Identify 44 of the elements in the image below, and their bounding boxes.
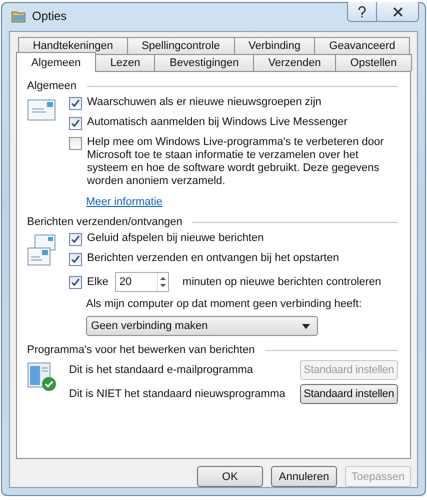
dialog-button[interactable]: Annuleren xyxy=(271,466,337,487)
offline-label: Als mijn computer op dat moment geen verbinding heeft: xyxy=(86,298,363,310)
checkbox[interactable] xyxy=(69,276,82,289)
checkbox-label: Automatisch aanmelden bij Windows Live Messenger xyxy=(87,116,348,129)
tab[interactable]: Opstellen xyxy=(335,54,412,71)
minutes-label: minuten op nieuwe berichten controleren xyxy=(182,276,382,288)
checkbox[interactable] xyxy=(69,253,82,266)
dialog-button[interactable]: OK xyxy=(197,466,263,487)
tab[interactable]: Bevestigingen xyxy=(154,54,254,71)
envelope-icon xyxy=(27,98,57,122)
program-status: Dit is het standaard e-mailprogramma xyxy=(69,364,254,376)
checkbox-label: Waarschuwen als er nieuwe nieuwsgroepen zijn xyxy=(87,96,322,109)
program-check-icon xyxy=(27,362,57,392)
tab[interactable]: Spellingcontrole xyxy=(126,37,235,54)
checkbox[interactable] xyxy=(69,137,82,150)
section-title: Berichten verzenden/ontvangen xyxy=(27,216,182,228)
tab[interactable]: Algemeen xyxy=(16,52,96,72)
checkbox-label: Berichten verzenden en ontvangen bij het opstarten xyxy=(87,252,339,265)
offline-dropdown[interactable]: Geen verbinding maken xyxy=(86,316,318,336)
window-title: Opties xyxy=(32,9,67,23)
tab[interactable]: Verzenden xyxy=(253,54,336,71)
tab[interactable]: Geavanceerd xyxy=(314,37,410,54)
checkbox-label: Geluid afspelen bij nieuwe berichten xyxy=(87,232,264,245)
folder-icon xyxy=(11,9,27,23)
tab[interactable]: Lezen xyxy=(95,54,156,71)
checkbox-label: Elke xyxy=(87,276,108,288)
envelopes-icon xyxy=(27,234,57,268)
checkbox[interactable] xyxy=(69,97,82,110)
section-title: Algemeen xyxy=(27,80,77,92)
close-icon xyxy=(392,6,402,16)
program-status: Dit is NIET het standaard nieuwsprogramma xyxy=(69,388,286,400)
help-button[interactable] xyxy=(347,2,377,22)
section-title: Programma's voor het bewerken van berichten xyxy=(27,344,255,356)
tab[interactable]: Verbinding xyxy=(234,37,316,54)
minutes-spinner[interactable]: 20 xyxy=(115,272,170,292)
more-info-link[interactable]: Meer informatie xyxy=(86,196,162,208)
checkbox[interactable] xyxy=(69,117,82,130)
checkbox-label: Help mee om Windows Live-programma's te verbeteren door Microsoft toe te staan informatie te verzamelen over het systeem en hoe de software wordt gebruikt. Deze gegevens worden anoniem verzameld. xyxy=(87,136,385,188)
help-icon xyxy=(357,6,367,18)
set-default-button[interactable]: Standaard instellen xyxy=(300,384,398,404)
tab[interactable]: Handtekeningen xyxy=(18,37,128,54)
checkbox[interactable] xyxy=(69,233,82,246)
close-button[interactable] xyxy=(377,2,419,22)
caret-icon xyxy=(302,324,310,328)
